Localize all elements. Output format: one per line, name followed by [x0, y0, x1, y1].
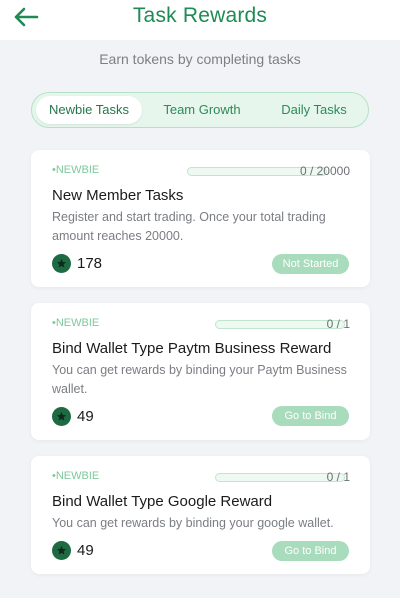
task-description: You can get rewards by binding your Payt…	[52, 363, 347, 396]
reward-amount: 178	[77, 255, 103, 272]
newbie-tag: •NEWBIE	[52, 317, 100, 329]
task-card: •NEWBIE 0 / 1 Bind Wallet Type Google Re…	[31, 456, 370, 574]
progress-text: 0 / 1	[326, 317, 350, 331]
go-to-bind-button[interactable]: Go to Bind	[272, 406, 349, 426]
progress-text: 0 / 1	[326, 470, 350, 484]
tab-newbie-tasks[interactable]: Newbie Tasks	[36, 96, 142, 124]
reward-amount: 49	[77, 408, 94, 425]
page-title: Task Rewards	[132, 4, 268, 27]
task-description: You can get rewards by binding your goog…	[52, 516, 334, 530]
star-coin-icon	[52, 407, 71, 426]
tab-team-growth[interactable]: Team Growth	[152, 96, 252, 124]
tab-daily-tasks[interactable]: Daily Tasks	[268, 96, 360, 124]
star-coin-icon	[52, 541, 71, 560]
go-to-bind-button[interactable]: Go to Bind	[272, 541, 349, 561]
reward: 178	[52, 254, 102, 273]
reward: 49	[52, 407, 94, 426]
task-title: Bind Wallet Type Google Reward	[52, 493, 273, 510]
newbie-tag: •NEWBIE	[52, 470, 100, 482]
page-subtitle: Earn tokens by completing tasks	[99, 51, 301, 67]
task-card: •NEWBIE 0 / 20000 New Member Tasks Regis…	[31, 150, 370, 287]
newbie-tag: •NEWBIE	[52, 164, 100, 176]
header-bar: Task Rewards	[0, 0, 400, 40]
task-title: Bind Wallet Type Paytm Business Reward	[52, 340, 332, 357]
not-started-button[interactable]: Not Started	[272, 254, 349, 274]
task-description: Register and start trading. Once your to…	[52, 210, 326, 243]
task-card: •NEWBIE 0 / 1 Bind Wallet Type Paytm Bus…	[31, 303, 370, 440]
progress-bar	[215, 473, 345, 482]
progress-text: 0 / 20000	[299, 164, 350, 178]
progress-bar	[215, 320, 345, 329]
task-tabs: Newbie Tasks Team Growth Daily Tasks	[31, 92, 369, 128]
star-coin-icon	[52, 254, 71, 273]
task-title: New Member Tasks	[52, 187, 184, 204]
reward: 49	[52, 541, 94, 560]
reward-amount: 49	[77, 542, 94, 559]
